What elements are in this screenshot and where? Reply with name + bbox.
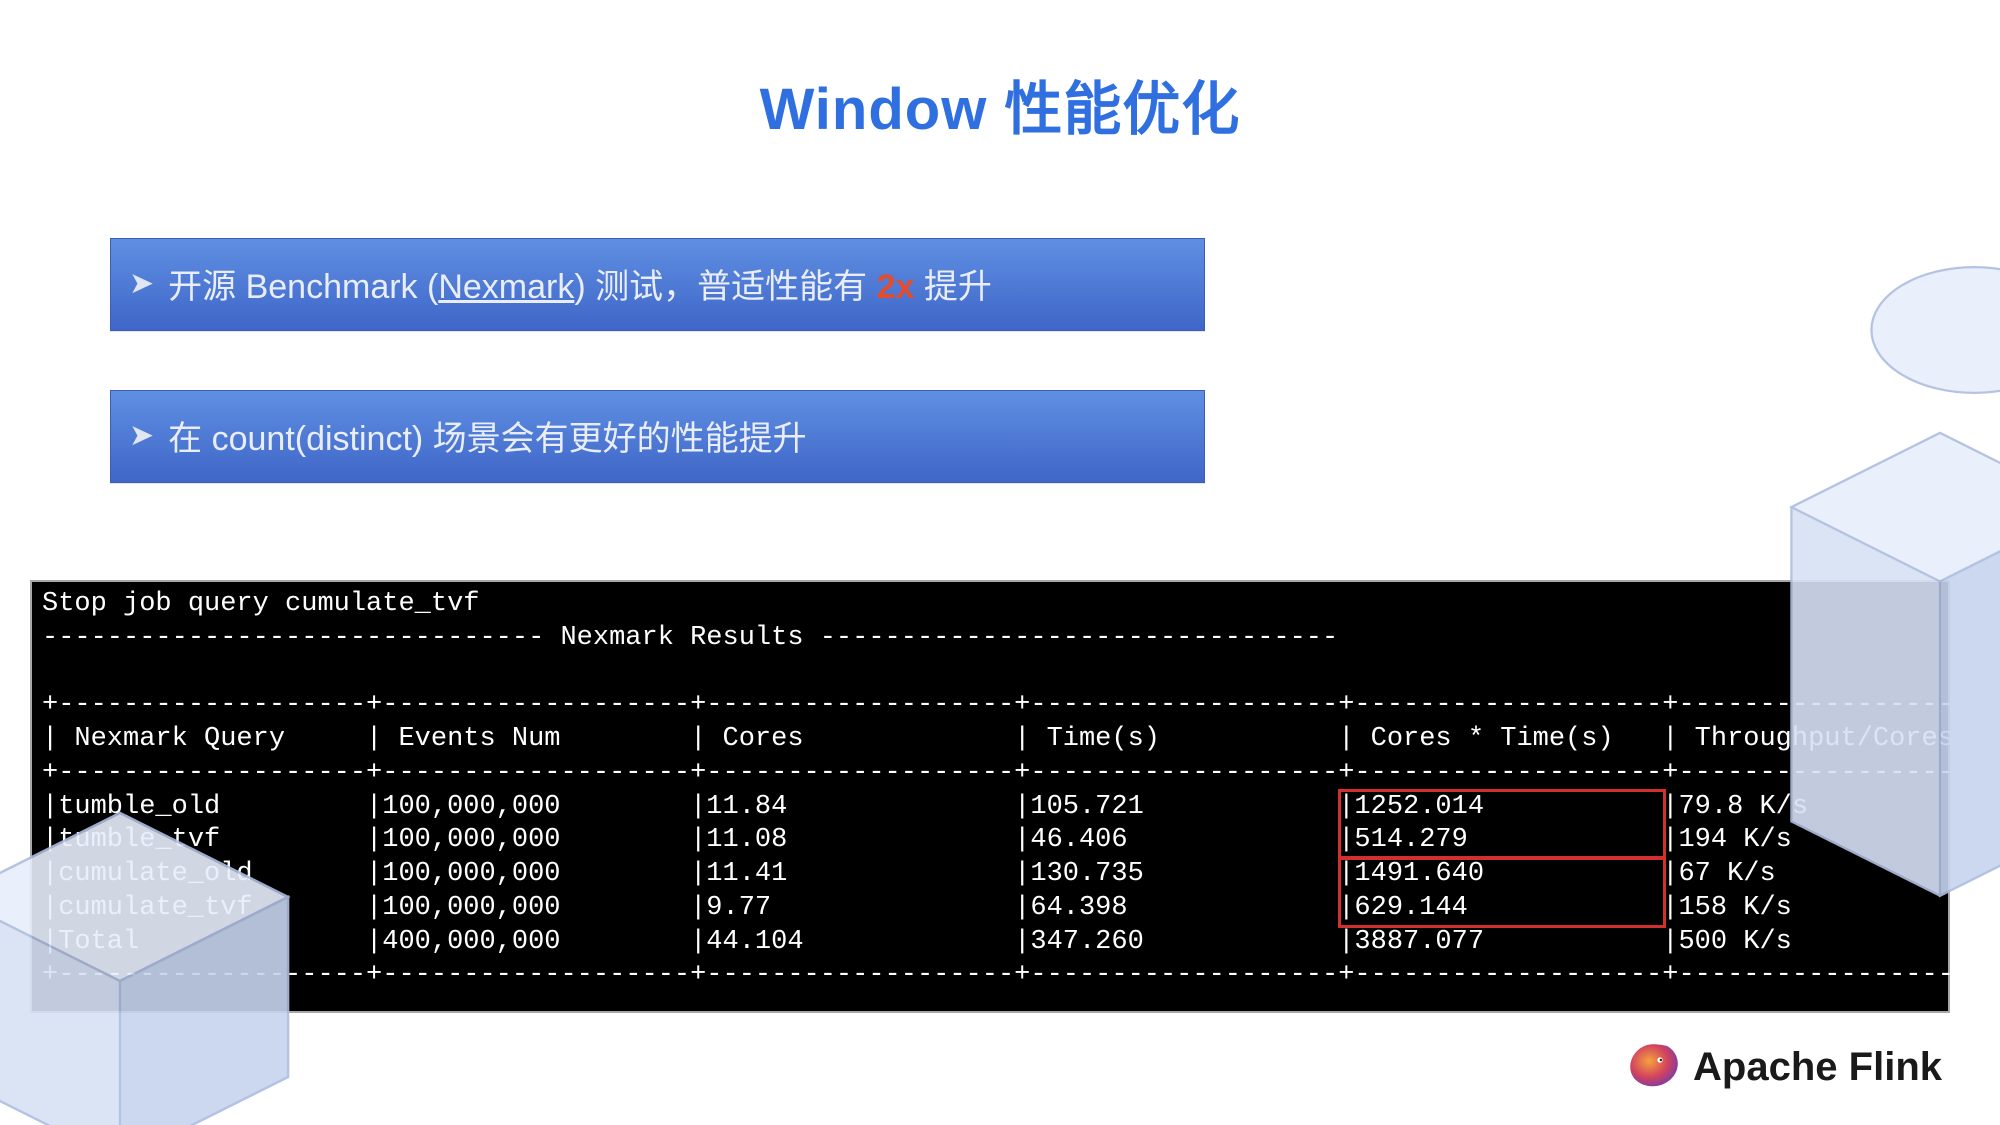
highlight-box xyxy=(1338,856,1666,928)
highlight-box xyxy=(1338,789,1666,861)
bullet-1: ➤ 开源 Benchmark (Nexmark) 测试，普适性能有 2x 提升 xyxy=(110,238,1205,331)
slide-title: Window 性能优化 xyxy=(0,62,2000,146)
bullet-1-mid: ) 测试，普适性能有 xyxy=(574,268,876,306)
bullet-1-text: 开源 Benchmark (Nexmark) 测试，普适性能有 2x 提升 xyxy=(168,259,992,308)
slide: Window 性能优化 ➤ 开源 Benchmark (Nexmark) 测试，… xyxy=(0,0,2000,1125)
bullet-2-text: 在 count(distinct) 场景会有更好的性能提升 xyxy=(168,411,807,460)
apache-flink-logo: Apache Flink xyxy=(1625,1039,1942,1095)
cloud-cube-decoration-icon xyxy=(1760,250,2000,1050)
flink-squirrel-icon xyxy=(1625,1039,1681,1095)
bullet-2: ➤ 在 count(distinct) 场景会有更好的性能提升 xyxy=(110,390,1205,483)
bullet-1-suffix: 提升 xyxy=(914,268,991,306)
bullet-1-prefix: 开源 Benchmark ( xyxy=(168,268,438,306)
bullet-1-link[interactable]: Nexmark xyxy=(438,268,574,306)
chevron-right-icon: ➤ xyxy=(129,418,154,453)
chevron-right-icon: ➤ xyxy=(129,266,154,301)
cube-decoration-icon xyxy=(0,765,360,1125)
logo-text: Apache Flink xyxy=(1693,1045,1942,1090)
bullet-1-highlight: 2x xyxy=(877,268,915,306)
